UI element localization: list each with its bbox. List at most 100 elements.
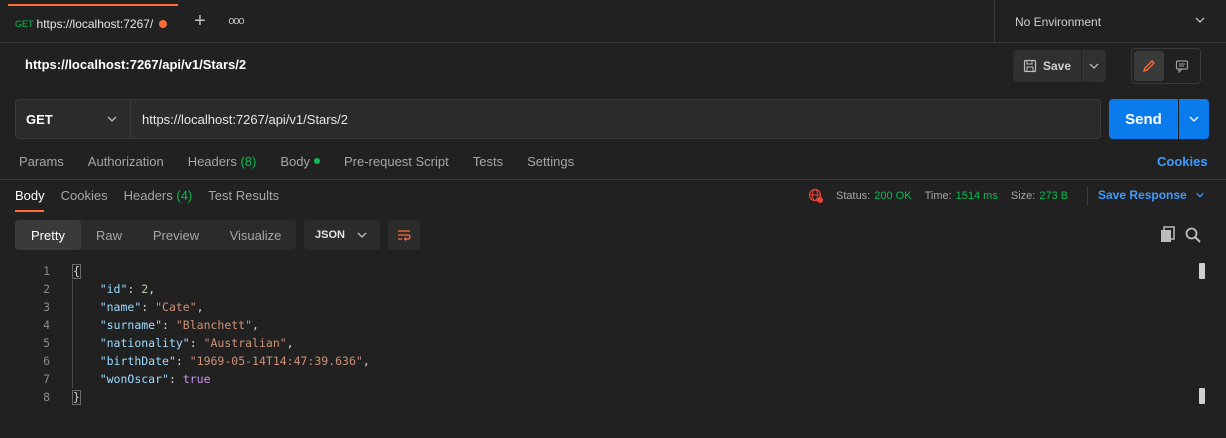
response-tab-cookies[interactable]: Cookies [61,188,108,203]
save-response-label: Save Response [1098,188,1187,202]
copy-icon[interactable] [1160,226,1176,244]
send-button[interactable]: Send [1109,99,1178,139]
chevron-down-icon [1195,192,1204,198]
json-key: "nationality" [99,336,190,350]
view-visualize-tab[interactable]: Visualize [215,220,296,250]
code-line: 4 "surname": "Blanchett", [0,316,1200,334]
more-tabs-ellipsis-icon[interactable]: ooo [226,10,246,32]
tab-body[interactable]: Body [280,154,320,172]
view-preview-tab[interactable]: Preview [137,220,215,250]
code-line: 2 "id": 2, [0,280,1200,298]
line-number: 1 [43,264,50,278]
chevron-down-icon [107,116,117,122]
globe-error-icon[interactable] [808,188,824,204]
tab-title: https://localhost:7267/ [36,17,154,31]
json-value: "1969-05-14T14:47:39.636" [189,354,363,368]
search-icon[interactable] [1185,226,1201,244]
view-pretty-tab[interactable]: Pretty [15,220,81,250]
response-tab-body[interactable]: Body [15,188,45,203]
pencil-icon [1142,60,1155,73]
chevron-down-icon [1089,63,1099,69]
open-brace[interactable]: { [72,264,81,279]
headers-count: (8) [240,154,257,169]
format-select[interactable]: JSON [304,220,380,250]
json-key: "name" [99,300,142,314]
status-value[interactable]: 200 OK [874,190,911,202]
size-value[interactable]: 273 B [1039,190,1068,202]
tab-body-label: Body [280,154,310,169]
code-line: 6 "birthDate": "1969-05-14T14:47:39.636"… [0,352,1200,370]
json-key: "id" [99,282,128,296]
chevron-down-icon [357,232,367,238]
response-headers-count: (4) [176,188,193,203]
scrollbar-marker-top[interactable] [1199,263,1205,279]
json-value: "Australian" [203,336,287,350]
code-line: 1 { [0,262,1200,280]
code-line: 3 "name": "Cate", [0,298,1200,316]
json-value: "Blanchett" [175,318,253,332]
tab-authorization[interactable]: Authorization [88,154,164,172]
response-status-bar: Status: 200 OK Time: 1514 ms Size: 273 B [808,188,1081,204]
tab-params[interactable]: Params [19,154,64,172]
http-method-value: GET [26,111,53,127]
comment-icon [1175,60,1189,73]
tab-headers[interactable]: Headers (8) [188,154,257,172]
time-label: Time: [924,190,952,202]
active-tab-underline [15,210,44,212]
cookies-link[interactable]: Cookies [1157,154,1208,169]
response-tab-headers[interactable]: Headers (4) [124,188,193,203]
line-number: 5 [43,336,50,350]
new-tab-plus-icon[interactable]: + [190,10,210,32]
tab-prerequest-script[interactable]: Pre-request Script [344,154,449,172]
format-select-value: JSON [315,229,345,241]
wrap-lines-button[interactable] [388,220,420,250]
http-method-select[interactable]: GET [15,99,131,139]
close-brace[interactable]: } [72,390,81,405]
code-line: 8 } [0,388,1200,406]
send-options-dropdown[interactable] [1179,99,1209,139]
request-title[interactable]: https://localhost:7267/api/v1/Stars/2 [25,57,246,72]
json-key: "surname" [99,318,163,332]
save-button[interactable]: Save [1013,50,1081,82]
line-number: 3 [43,300,50,314]
response-tabs: Body Cookies Headers (4) Test Results [15,188,279,203]
json-value: true [182,372,211,386]
view-raw-tab[interactable]: Raw [81,220,137,250]
response-tab-headers-label: Headers [123,188,173,203]
indent-guide [72,280,73,388]
environment-selector[interactable]: No Environment [994,0,1226,43]
request-tab[interactable]: GET https://localhost:7267/ [8,4,178,42]
scrollbar-marker-bottom[interactable] [1199,388,1205,404]
save-response-button[interactable]: Save Response [1098,188,1205,202]
size-label: Size: [1010,190,1036,202]
response-tab-test-results[interactable]: Test Results [208,188,279,203]
unsaved-dot-icon [159,20,168,28]
line-number: 7 [43,372,50,386]
tab-headers-label: Headers [187,154,237,169]
url-input[interactable] [130,99,1101,139]
edit-mode-button[interactable] [1134,51,1164,81]
time-value[interactable]: 1514 ms [956,190,998,202]
save-disk-icon [1023,59,1037,73]
tab-method-label: GET [15,19,34,29]
chevron-down-icon [1195,17,1205,23]
line-number: 4 [43,318,50,332]
save-button-label: Save [1043,59,1072,73]
response-body-viewer[interactable]: 1 { 2 "id": 2, 3 "name": "Cate", 4 "surn… [0,262,1200,406]
body-indicator-dot-icon [313,158,320,164]
divider [1087,186,1088,206]
tab-settings[interactable]: Settings [527,154,574,172]
tab-tests[interactable]: Tests [473,154,503,172]
json-value: "Cate" [155,300,197,314]
wrap-lines-icon [398,230,411,241]
request-tabs: Params Authorization Headers (8) Body Pr… [19,154,574,172]
json-key: "wonOscar" [99,372,169,386]
environment-label: No Environment [1015,14,1102,29]
comments-button[interactable] [1167,51,1197,81]
line-number: 2 [43,282,50,296]
json-key: "birthDate" [99,354,176,368]
line-number: 6 [43,354,50,368]
divider [0,179,1226,180]
save-options-dropdown[interactable] [1082,50,1106,82]
code-line: 7 "wonOscar": true [0,370,1200,388]
